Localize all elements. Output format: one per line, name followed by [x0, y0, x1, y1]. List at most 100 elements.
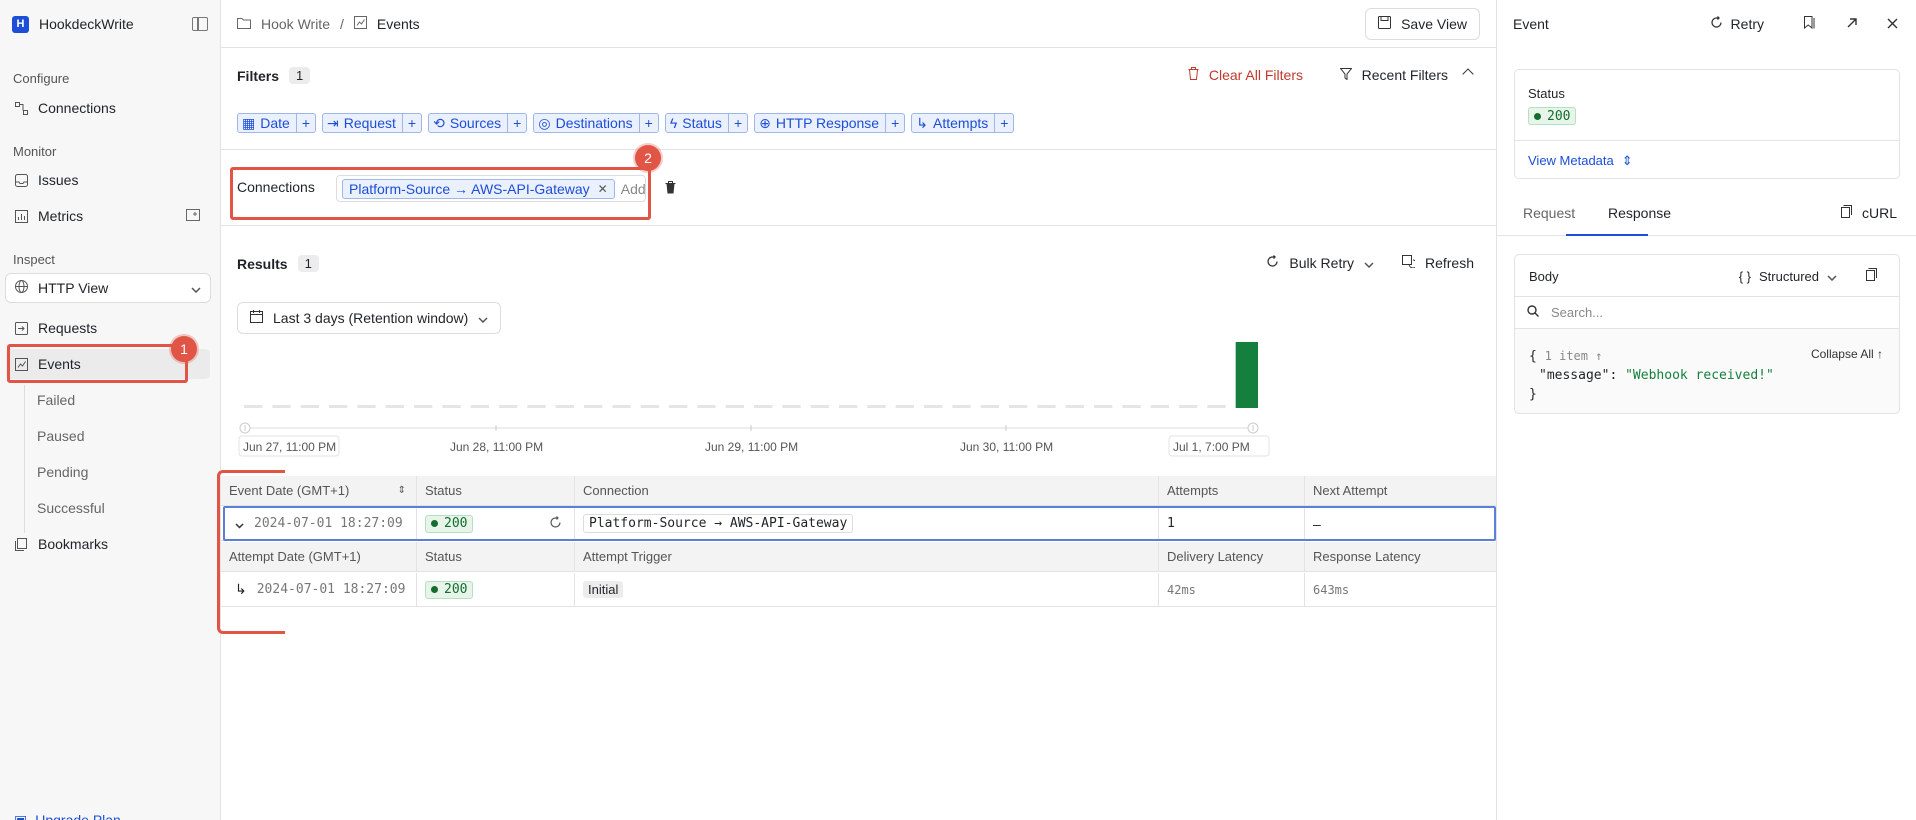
close-icon[interactable] [1887, 16, 1898, 32]
histogram-bar[interactable] [442, 405, 461, 408]
tab-response[interactable]: Response [1608, 205, 1671, 221]
chevron-up-icon[interactable] [1462, 68, 1474, 80]
histogram-bar[interactable] [725, 405, 744, 408]
sidebar-item-failed[interactable]: Failed [37, 392, 75, 408]
curl-button[interactable]: cURL [1840, 205, 1897, 221]
sidebar-item-metrics[interactable]: Metrics [6, 201, 210, 231]
sidebar-item-issues[interactable]: Issues [6, 165, 210, 195]
chip-date[interactable]: ▦ Date + [237, 113, 316, 133]
histogram-bar[interactable] [754, 405, 773, 408]
histogram-bar[interactable] [1065, 405, 1084, 408]
histogram-bar[interactable] [1207, 405, 1226, 408]
sidebar-item-pending[interactable]: Pending [37, 464, 88, 480]
histogram-bar[interactable] [499, 405, 518, 408]
add-metric-icon[interactable] [186, 208, 200, 224]
save-view-button[interactable]: Save View [1365, 8, 1480, 40]
retry-button[interactable]: Retry [1710, 16, 1764, 32]
tab-request[interactable]: Request [1523, 205, 1575, 221]
sidebar-item-successful[interactable]: Successful [37, 500, 105, 516]
histogram-bar[interactable] [244, 405, 263, 408]
histogram-bar[interactable] [357, 405, 376, 408]
x-tick-label: Jul 1, 7:00 PM [1173, 440, 1250, 454]
histogram-bar[interactable] [584, 405, 603, 408]
response-body-card: Body { } Structured Search... { 1 item ↑… [1514, 254, 1900, 414]
histogram-bar[interactable] [782, 405, 801, 408]
histogram-bar[interactable] [640, 405, 659, 408]
histogram-bar[interactable] [414, 405, 433, 408]
panel-title: Event [1513, 16, 1549, 32]
collapse-all-button[interactable]: Collapse All ↑ [1811, 347, 1883, 361]
delete-filter-icon[interactable] [665, 181, 676, 197]
histogram-bar[interactable] [1094, 405, 1113, 408]
date-range-select[interactable]: Last 3 days (Retention window) [237, 302, 502, 334]
sidebar-item-paused[interactable]: Paused [37, 428, 84, 444]
histogram-bar[interactable] [952, 405, 971, 408]
sidebar-item-label: Bookmarks [38, 536, 109, 552]
copy-icon [1840, 205, 1852, 221]
histogram-bar[interactable] [1179, 405, 1198, 408]
histogram-bar[interactable] [867, 405, 886, 408]
histogram-bar[interactable] [1037, 405, 1056, 408]
annotation-badge-1: 1 [171, 336, 197, 362]
histogram-bar[interactable] [1235, 342, 1258, 408]
panel-header: Event Retry [1497, 0, 1916, 48]
bulk-retry-button[interactable]: Bulk Retry [1266, 255, 1374, 271]
histogram-bar[interactable] [555, 405, 574, 408]
histogram-bar[interactable] [1122, 405, 1141, 408]
plus-icon[interactable]: + [297, 115, 315, 131]
histogram-bar[interactable] [1150, 405, 1169, 408]
histogram-bar[interactable] [329, 405, 348, 408]
plus-icon[interactable]: + [403, 115, 421, 131]
header-delivery-latency: Delivery Latency [1159, 542, 1305, 571]
histogram-bar[interactable] [924, 405, 943, 408]
copy-icon[interactable] [1866, 268, 1877, 284]
brand[interactable]: H HookdeckWrite [12, 14, 208, 34]
plus-icon[interactable]: + [640, 115, 658, 131]
chip-http-response[interactable]: ⊕ HTTP Response + [754, 113, 906, 133]
sidebar-item-bookmarks[interactable]: Bookmarks [6, 529, 210, 559]
body-search[interactable]: Search... [1515, 297, 1899, 329]
chevron-down-icon [1827, 269, 1837, 284]
header-attempts: Attempts [1159, 476, 1305, 505]
plus-icon[interactable]: + [508, 115, 526, 131]
open-external-icon[interactable] [1846, 16, 1858, 32]
events-histogram[interactable]: Jun 27, 11:00 PM Jun 28, 11:00 PM Jun 29, … [237, 340, 1500, 460]
sidebar-collapse-icon[interactable] [192, 17, 208, 31]
chip-request[interactable]: ⇥ Request + [322, 113, 423, 133]
json-item-count[interactable]: 1 item ↑ [1545, 349, 1603, 363]
sidebar-item-connections[interactable]: Connections [6, 93, 210, 123]
clear-all-filters-button[interactable]: Clear All Filters [1188, 67, 1303, 83]
bookmark-icon[interactable] [1804, 16, 1816, 32]
sort-icon[interactable]: ⇕ [398, 485, 406, 496]
chip-destinations[interactable]: ◎ Destinations + [533, 113, 659, 133]
chip-attempts[interactable]: ↳ Attempts + [911, 113, 1015, 133]
http-view-select[interactable]: HTTP View [5, 273, 211, 303]
attempt-row[interactable]: ↳ 2024-07-01 18:27:09 200 Initial 42ms 6… [221, 573, 1496, 607]
histogram-bar[interactable] [470, 405, 489, 408]
structured-select[interactable]: { } Structured [1739, 269, 1837, 284]
histogram-bar[interactable] [612, 405, 631, 408]
refresh-button[interactable]: Refresh [1401, 255, 1474, 271]
breadcrumb-project[interactable]: Hook Write [261, 16, 330, 32]
histogram-bar[interactable] [527, 405, 546, 408]
histogram-bar[interactable] [839, 405, 858, 408]
histogram-bar[interactable] [980, 405, 999, 408]
recent-filters-button[interactable]: Recent Filters [1339, 67, 1448, 83]
body-title: Body [1529, 269, 1559, 284]
x-tick-label: Jun 30, 11:00 PM [960, 440, 1053, 454]
histogram-bar[interactable] [697, 405, 716, 408]
histogram-bar[interactable] [272, 405, 291, 408]
histogram-bar[interactable] [1009, 405, 1028, 408]
histogram-bar[interactable] [300, 405, 319, 408]
plus-icon[interactable]: + [729, 115, 747, 131]
histogram-bar[interactable] [810, 405, 829, 408]
chip-status[interactable]: ϟ Status + [664, 113, 749, 133]
chip-sources[interactable]: ⟲ Sources + [428, 113, 528, 133]
view-metadata-link[interactable]: View Metadata ⇕ [1528, 153, 1633, 169]
histogram-bar[interactable] [895, 405, 914, 408]
upgrade-plan-link[interactable]: ▣ Upgrade Plan [14, 812, 121, 820]
plus-icon[interactable]: + [995, 115, 1013, 131]
histogram-bar[interactable] [385, 405, 404, 408]
plus-icon[interactable]: + [886, 115, 904, 131]
histogram-bar[interactable] [669, 405, 688, 408]
